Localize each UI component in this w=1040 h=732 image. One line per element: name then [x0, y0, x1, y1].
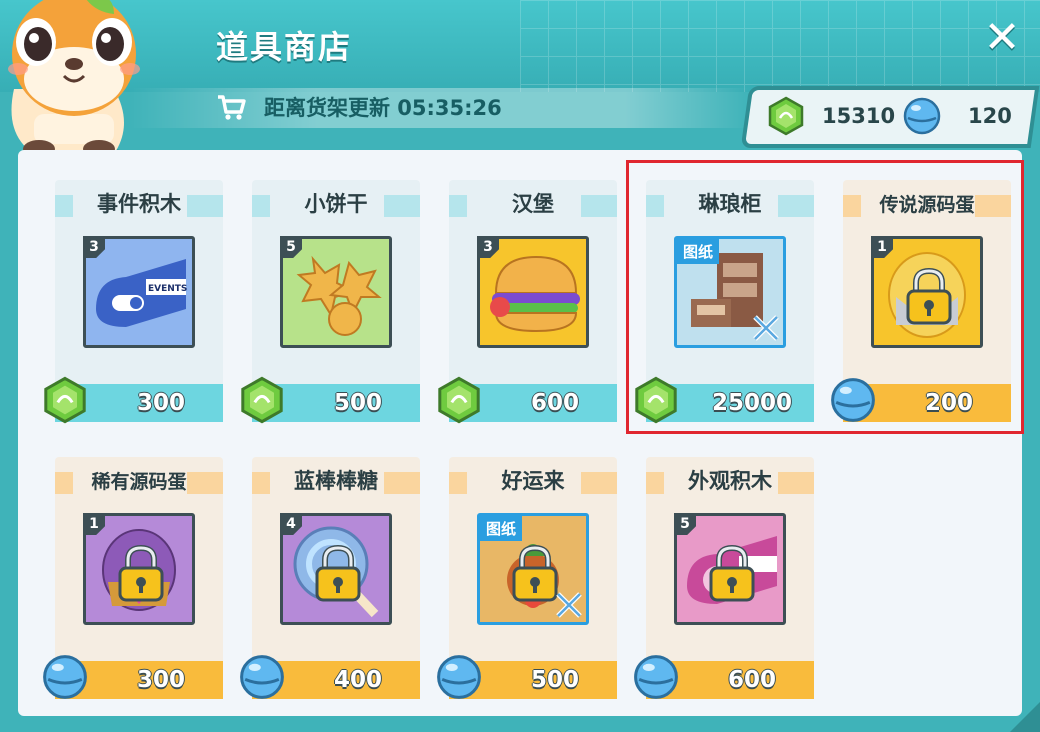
- green-gem-icon: [768, 96, 804, 136]
- lock-icon: [118, 544, 164, 602]
- item-price: 300: [136, 667, 185, 693]
- blue-ball-icon: [903, 97, 941, 135]
- shop-item-event-block[interactable]: 事件积木 EVENTS 3 300: [44, 180, 223, 424]
- blue-ball-count: 120: [968, 104, 1012, 128]
- blue-ball-icon: [240, 655, 284, 699]
- item-name: 汉堡: [512, 192, 554, 216]
- item-name: 事件积木: [97, 192, 181, 216]
- shop-item-skin-block[interactable]: 外观积木 5 600: [634, 457, 814, 699]
- currency-display: 15310 120: [760, 90, 1040, 144]
- item-name: 蓝棒棒糖: [294, 469, 378, 493]
- item-price: 400: [333, 667, 382, 693]
- blue-ball-icon: [437, 655, 481, 699]
- item-name: 好运来: [501, 469, 565, 493]
- blue-ball-icon: [43, 655, 87, 699]
- lock-icon: [315, 544, 361, 602]
- green-gem-icon: [44, 376, 86, 424]
- highlight-box: [626, 160, 1024, 434]
- item-name: 稀有源码蛋: [91, 471, 187, 493]
- shop-panel: 道具商店 ✕ 距离货架更新 05:35:26 15310 120 事件积木 EV…: [0, 0, 1040, 732]
- shop-item-blue-lollipop[interactable]: 蓝棒棒糖 4 400: [240, 457, 420, 699]
- green-gem-icon: [241, 376, 283, 424]
- item-price: 300: [136, 390, 185, 416]
- lock-icon: [512, 544, 558, 602]
- item-price: 500: [333, 390, 382, 416]
- green-gem-icon: [438, 376, 480, 424]
- item-name: 外观积木: [688, 469, 772, 493]
- green-gem-count: 15310: [822, 104, 896, 128]
- refresh-countdown: 距离货架更新 05:35:26: [264, 96, 502, 120]
- item-price: 600: [530, 390, 579, 416]
- good-luck-icon: 图纸: [477, 513, 589, 625]
- fox-mascot-icon: [8, 0, 140, 164]
- shop-item-cookie[interactable]: 小饼干 5 500: [241, 180, 420, 424]
- shop-title: 道具商店: [216, 28, 353, 66]
- item-name: 小饼干: [304, 192, 368, 216]
- item-price: 500: [530, 667, 579, 693]
- cart-icon: [218, 95, 246, 120]
- shop-item-good-luck[interactable]: 好运来 图纸 500: [437, 457, 617, 699]
- close-button[interactable]: ✕: [980, 16, 1024, 60]
- blueprint-tag: 图纸: [480, 516, 523, 541]
- svg-text:EVENTS: EVENTS: [148, 284, 187, 294]
- crossed-tools-icon: [556, 592, 582, 618]
- resize-corner: [1010, 702, 1040, 732]
- lock-icon: [709, 544, 755, 602]
- header-grid-pattern: [520, 0, 1040, 92]
- shop-item-rare-egg[interactable]: 稀有源码蛋 1 300: [43, 457, 223, 699]
- item-price: 600: [727, 667, 776, 693]
- shop-item-burger[interactable]: 汉堡 3 600: [438, 180, 617, 424]
- blue-ball-icon: [634, 655, 678, 699]
